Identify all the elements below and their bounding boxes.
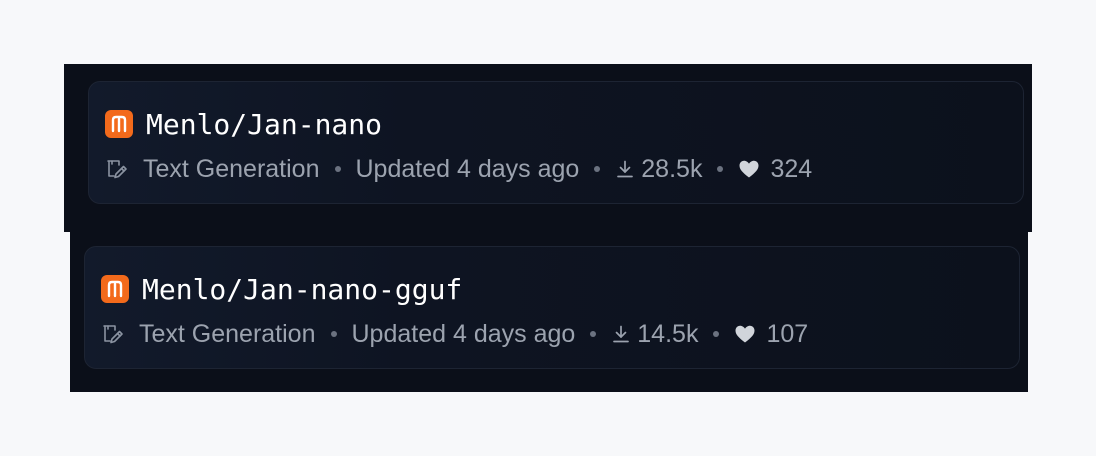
separator-dot [590, 331, 597, 337]
download-icon [611, 324, 631, 344]
model-card[interactable]: Menlo/Jan-nano-gguf Text Generation Upda… [84, 246, 1020, 369]
download-icon [615, 159, 635, 179]
updated-label: Updated 4 days ago [351, 319, 576, 348]
separator-dot [717, 166, 724, 172]
separator-dot [594, 166, 601, 172]
heart-icon [734, 324, 756, 344]
separator-dot [334, 166, 341, 172]
menlo-logo-icon [101, 275, 129, 303]
likes-count: 324 [770, 154, 813, 183]
downloads-count: 14.5k [637, 319, 699, 348]
separator-dot [330, 331, 337, 337]
model-title-link[interactable]: Menlo/Jan-nano-gguf [142, 273, 462, 306]
task-label[interactable]: Text Generation [139, 320, 316, 349]
heart-icon [738, 159, 760, 179]
text-generation-icon [101, 322, 125, 346]
model-title-link[interactable]: Menlo/Jan-nano [146, 108, 382, 141]
separator-dot [713, 331, 720, 337]
results-panel-2: Menlo/Jan-nano-gguf Text Generation Upda… [70, 232, 1028, 392]
model-title-row: Menlo/Jan-nano [105, 106, 382, 142]
model-title-row: Menlo/Jan-nano-gguf [101, 271, 462, 307]
downloads-count: 28.5k [641, 154, 703, 183]
likes-count: 107 [766, 319, 809, 348]
model-meta-row: Text Generation Updated 4 days ago 28.5k… [105, 152, 812, 186]
results-panel-1: Menlo/Jan-nano Text Generation Updated 4… [64, 64, 1032, 232]
menlo-logo-icon [105, 110, 133, 138]
text-generation-icon [105, 157, 129, 181]
model-meta-row: Text Generation Updated 4 days ago 14.5k… [101, 317, 808, 351]
task-label[interactable]: Text Generation [143, 155, 320, 184]
model-card[interactable]: Menlo/Jan-nano Text Generation Updated 4… [88, 81, 1024, 204]
updated-label: Updated 4 days ago [355, 154, 580, 183]
